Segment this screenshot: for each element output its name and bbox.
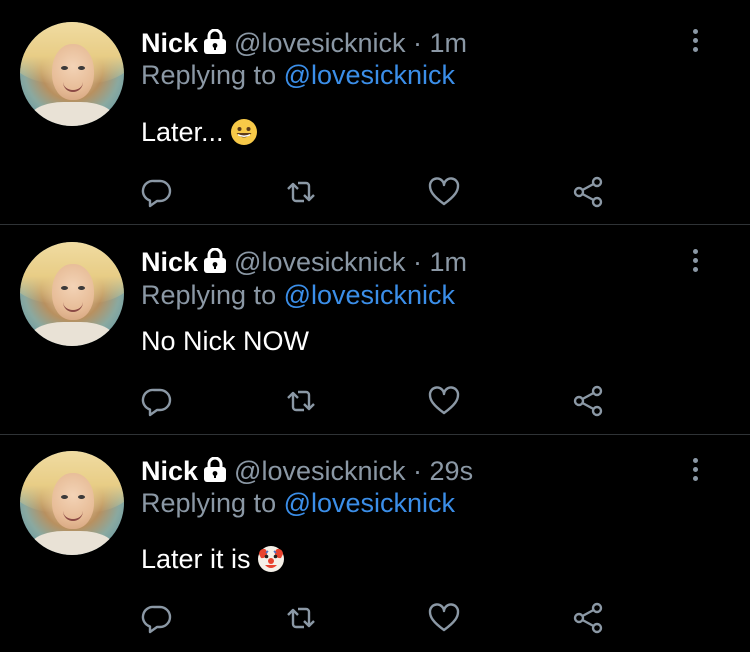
lock-icon [202, 247, 228, 280]
replying-to: Replying to @lovesicknick [141, 488, 455, 518]
lock-icon [202, 456, 228, 489]
tweet[interactable]: Nick @lovesicknick · 1m Replying to @love… [0, 0, 750, 224]
retweet-icon[interactable] [281, 172, 321, 212]
more-icon[interactable] [688, 26, 704, 56]
user-handle[interactable]: @lovesicknick [234, 456, 405, 486]
tweet-text-content: Later... [141, 117, 224, 147]
more-icon[interactable] [688, 455, 704, 485]
tweet-actions [0, 172, 750, 212]
reply-prefix: Replying to [141, 488, 284, 518]
user-handle[interactable]: @lovesicknick [234, 247, 405, 277]
reply-icon[interactable] [137, 172, 177, 212]
tweet[interactable]: Nick @lovesicknick · 29s Replying to @lov… [0, 435, 750, 652]
separator-dot: · [413, 456, 423, 486]
tweet[interactable]: Nick @lovesicknick · 1m Replying to @love… [0, 225, 750, 434]
lock-icon [202, 28, 228, 61]
share-icon[interactable] [568, 172, 608, 212]
clown-face-icon [257, 545, 285, 579]
tweet-actions [0, 381, 750, 421]
separator-dot: · [413, 28, 423, 58]
replying-to: Replying to @lovesicknick [141, 60, 455, 90]
tweet-text-content: Later it is [141, 544, 251, 574]
avatar[interactable] [20, 242, 124, 346]
like-icon[interactable] [424, 598, 464, 638]
share-icon[interactable] [568, 598, 608, 638]
like-icon[interactable] [424, 172, 464, 212]
tweet-text: Later... [141, 117, 258, 152]
reply-mention-link[interactable]: @lovesicknick [284, 488, 455, 518]
grinning-face-icon [230, 118, 258, 152]
replying-to: Replying to @lovesicknick [141, 280, 455, 310]
more-icon[interactable] [688, 246, 704, 276]
tweet-header: Nick @lovesicknick · 1m [141, 28, 467, 61]
user-handle[interactable]: @lovesicknick [234, 28, 405, 58]
like-icon[interactable] [424, 381, 464, 421]
retweet-icon[interactable] [281, 598, 321, 638]
tweet-header: Nick @lovesicknick · 29s [141, 456, 473, 489]
display-name[interactable]: Nick [141, 247, 198, 277]
display-name[interactable]: Nick [141, 28, 198, 58]
share-icon[interactable] [568, 381, 608, 421]
tweet-text: Later it is [141, 544, 285, 579]
reply-icon[interactable] [137, 381, 177, 421]
timestamp[interactable]: 1m [430, 28, 468, 58]
reply-mention-link[interactable]: @lovesicknick [284, 280, 455, 310]
display-name[interactable]: Nick [141, 456, 198, 486]
reply-icon[interactable] [137, 598, 177, 638]
reply-mention-link[interactable]: @lovesicknick [284, 60, 455, 90]
reply-prefix: Replying to [141, 60, 284, 90]
timestamp[interactable]: 29s [430, 456, 474, 486]
reply-prefix: Replying to [141, 280, 284, 310]
tweet-text: No Nick NOW [141, 326, 309, 356]
avatar[interactable] [20, 22, 124, 126]
avatar[interactable] [20, 451, 124, 555]
tweet-text-content: No Nick NOW [141, 326, 309, 356]
retweet-icon[interactable] [281, 381, 321, 421]
separator-dot: · [413, 247, 423, 277]
tweet-actions [0, 598, 750, 638]
timestamp[interactable]: 1m [430, 247, 468, 277]
tweet-header: Nick @lovesicknick · 1m [141, 247, 467, 280]
